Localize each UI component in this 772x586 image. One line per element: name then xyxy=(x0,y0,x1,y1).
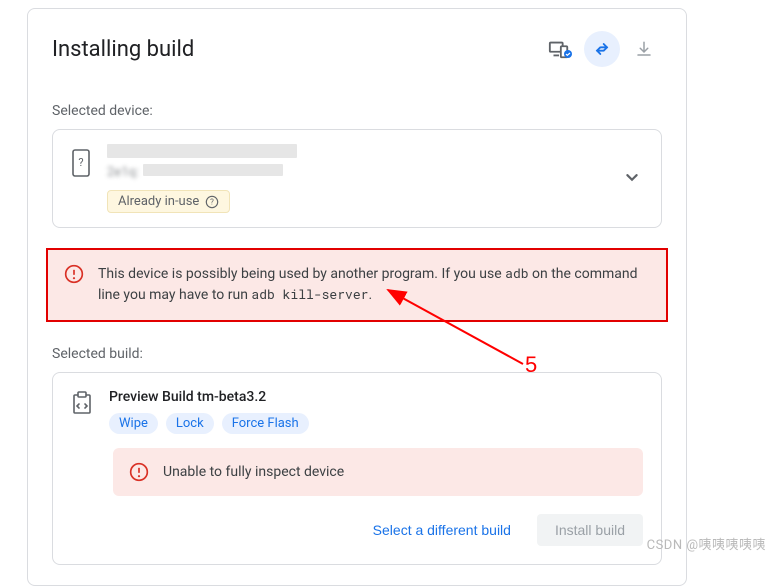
install-build-button: Install build xyxy=(537,514,643,546)
header-actions xyxy=(542,31,662,67)
alert-text: This device is possibly being used by an… xyxy=(98,264,650,306)
code-kill-server: adb kill-server xyxy=(251,285,368,303)
device-sub-prefix: 2e1q: xyxy=(107,165,139,180)
build-top: Preview Build tm-beta3.2 Wipe Lock Force… xyxy=(71,389,643,434)
chip-force-flash[interactable]: Force Flash xyxy=(222,413,309,434)
svg-text:?: ? xyxy=(210,197,214,206)
selected-device-label: Selected device: xyxy=(52,103,662,119)
inner-error-alert: Unable to fully inspect device xyxy=(113,448,643,496)
download-icon[interactable] xyxy=(626,31,662,67)
error-alert: This device is possibly being used by an… xyxy=(46,248,668,322)
chip-wipe[interactable]: Wipe xyxy=(109,413,158,434)
chips-row: Wipe Lock Force Flash xyxy=(109,413,309,434)
device-name-redacted xyxy=(107,144,297,158)
select-different-build-button[interactable]: Select a different build xyxy=(355,514,529,546)
build-title: Preview Build tm-beta3.2 xyxy=(109,389,309,405)
help-icon[interactable]: ? xyxy=(205,195,219,209)
device-sub-redacted xyxy=(143,164,283,176)
error-icon xyxy=(129,462,149,482)
chip-lock[interactable]: Lock xyxy=(166,413,214,434)
watermark: CSDN @咦咦咦咦咦 xyxy=(647,534,766,553)
code-icon xyxy=(71,391,93,419)
phone-unknown-icon: ? xyxy=(71,148,91,182)
selected-build-label: Selected build: xyxy=(52,346,662,362)
button-row: Select a different build Install build xyxy=(71,514,643,546)
status-badge: Already in-use ? xyxy=(107,190,230,213)
main-card: Installing build xyxy=(27,8,687,586)
page-title: Installing build xyxy=(52,37,194,62)
header-row: Installing build xyxy=(52,31,662,67)
devices-icon[interactable] xyxy=(542,31,578,67)
chevron-down-icon[interactable] xyxy=(621,166,643,192)
annotation-number: 5 xyxy=(525,352,537,378)
code-adb: adb xyxy=(505,264,528,282)
inner-alert-text: Unable to fully inspect device xyxy=(163,464,344,480)
build-info: Preview Build tm-beta3.2 Wipe Lock Force… xyxy=(109,389,309,434)
device-card[interactable]: ? 2e1q: Already in-use ? xyxy=(52,129,662,228)
device-body: 2e1q: Already in-use ? xyxy=(107,144,605,213)
badge-label: Already in-use xyxy=(118,194,199,209)
connect-icon[interactable] xyxy=(584,31,620,67)
svg-text:?: ? xyxy=(78,156,83,169)
error-icon xyxy=(64,264,84,306)
build-card: Preview Build tm-beta3.2 Wipe Lock Force… xyxy=(52,372,662,565)
